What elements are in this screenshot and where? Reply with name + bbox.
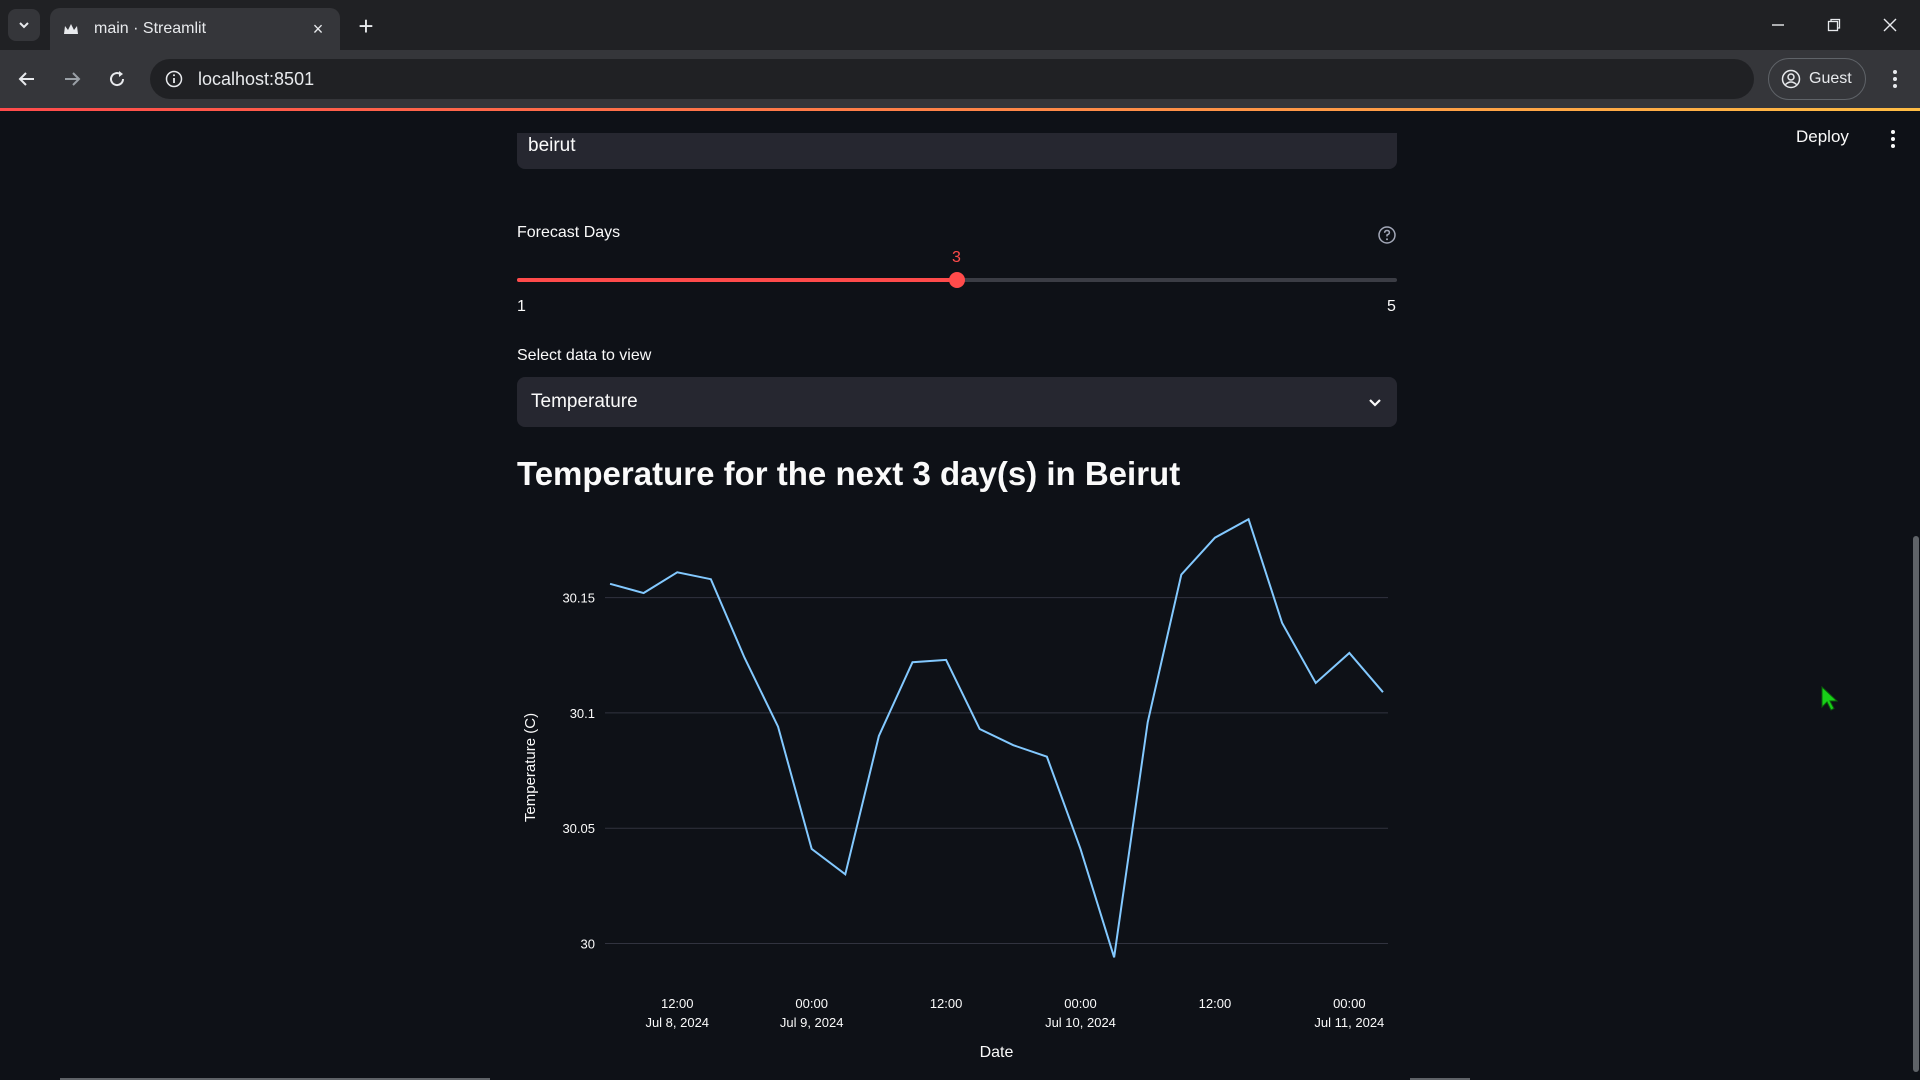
site-info-icon[interactable] (164, 69, 184, 89)
forecast-slider-max: 5 (1387, 298, 1396, 315)
url-text: localhost:8501 (198, 68, 315, 89)
restore-button[interactable] (1814, 10, 1854, 40)
x-tick-date-label: Jul 9, 2024 (780, 1015, 844, 1030)
tab-title: main · Streamlit (94, 20, 207, 37)
browser-tab-bar: main · Streamlit × + (0, 0, 1920, 50)
x-tick-label: 12:00 (930, 996, 963, 1011)
forecast-slider-value: 3 (952, 249, 961, 266)
new-tab-button[interactable]: + (352, 11, 380, 41)
forecast-slider-thumb[interactable] (949, 272, 965, 288)
x-tick-label: 00:00 (795, 996, 828, 1011)
help-icon[interactable] (1377, 225, 1397, 245)
temperature-series-line (609, 517, 1384, 958)
data-select-value: Temperature (531, 391, 638, 412)
back-button[interactable] (10, 62, 44, 96)
profile-button[interactable]: Guest (1768, 58, 1866, 100)
forecast-slider-fill (517, 278, 957, 282)
x-axis-label: Date (980, 1044, 1014, 1061)
x-tick-label: 12:00 (1199, 996, 1232, 1011)
chevron-down-icon (1369, 399, 1381, 407)
window-close-button[interactable] (1870, 10, 1910, 40)
reload-button[interactable] (100, 62, 134, 96)
back-arrow-icon (18, 72, 34, 86)
chevron-down-icon (19, 22, 29, 29)
y-tick-label: 30.05 (562, 821, 595, 836)
close-tab-icon[interactable]: × (308, 19, 328, 39)
mouse-cursor-icon (1821, 686, 1838, 711)
x-tick-label: 12:00 (661, 996, 694, 1011)
forecast-days-label: Forecast Days (517, 224, 621, 241)
x-tick-date-label: Jul 10, 2024 (1045, 1015, 1116, 1030)
tab-search-button[interactable] (8, 9, 40, 41)
browser-toolbar: localhost:8501 Guest (0, 50, 1920, 108)
x-tick-label: 00:00 (1064, 996, 1097, 1011)
y-tick-label: 30 (581, 936, 595, 951)
temperature-line-chart[interactable]: 30 30.05 30.1 30.15 12:00 Jul 8, 2024 00:00 Jul… (515, 480, 1405, 1080)
browser-menu-button[interactable] (1880, 64, 1910, 94)
city-input[interactable]: beirut (517, 133, 1397, 169)
minimize-button[interactable] (1758, 10, 1798, 40)
forecast-slider-min: 1 (517, 298, 526, 315)
streamlit-crown-icon (62, 20, 80, 38)
restore-icon (1827, 18, 1841, 32)
browser-tab[interactable]: main · Streamlit × (50, 8, 340, 50)
data-select[interactable]: Temperature (517, 377, 1397, 427)
y-tick-label: 30.1 (570, 706, 595, 721)
more-vertical-icon (1891, 130, 1895, 148)
address-bar[interactable]: localhost:8501 (150, 59, 1754, 99)
minimize-icon (1772, 24, 1784, 26)
x-tick-label: 00:00 (1333, 996, 1366, 1011)
close-icon (1883, 18, 1897, 32)
deploy-button[interactable]: Deploy (1796, 127, 1849, 147)
profile-label: Guest (1809, 70, 1852, 87)
page-scrollbar[interactable] (1913, 536, 1919, 1072)
profile-icon (1781, 69, 1801, 89)
x-tick-date-label: Jul 8, 2024 (645, 1015, 709, 1030)
x-tick-date-label: Jul 11, 2024 (1314, 1015, 1384, 1030)
y-tick-label: 30.15 (562, 591, 595, 606)
app-menu-button[interactable] (1880, 126, 1906, 152)
forward-arrow-icon (65, 72, 81, 86)
y-axis-label: Temperature (C) (522, 713, 539, 822)
forward-button[interactable] (55, 62, 89, 96)
select-data-label: Select data to view (517, 347, 652, 364)
more-vertical-icon (1893, 70, 1897, 88)
reload-icon (110, 71, 125, 87)
